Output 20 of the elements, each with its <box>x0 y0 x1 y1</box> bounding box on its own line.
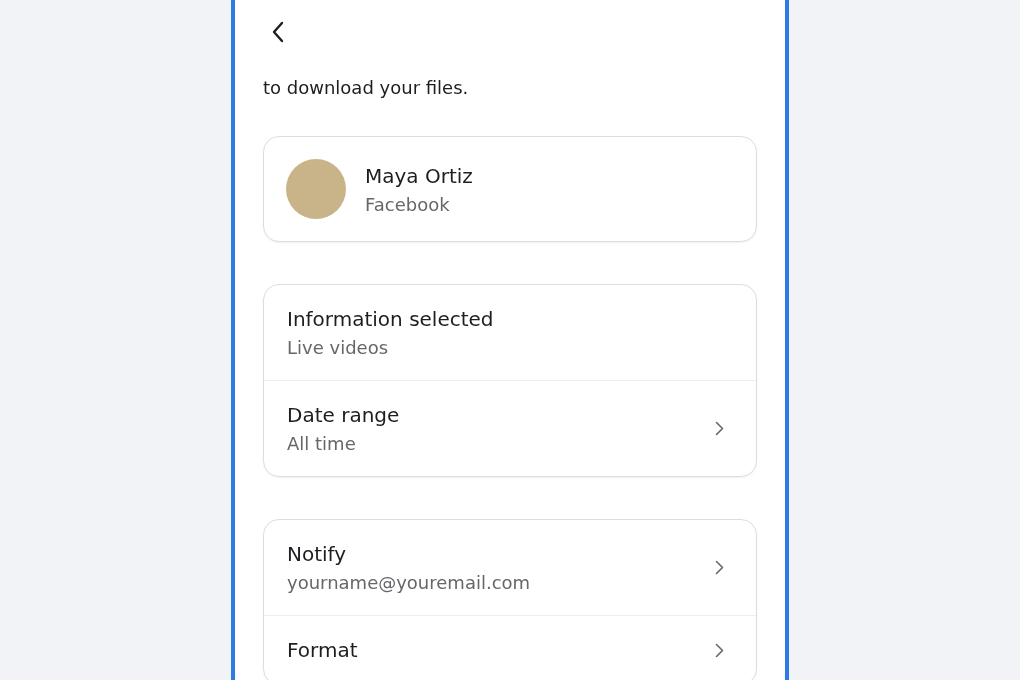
row-title: Date range <box>287 403 400 427</box>
chevron-right-icon[interactable] <box>715 421 724 436</box>
row-title: Information selected <box>287 307 494 331</box>
intro-text: to download your files. <box>263 77 470 98</box>
chevron-right-icon[interactable] <box>715 560 724 575</box>
settings-row[interactable]: Notify yourname@youremail.com <box>264 520 756 615</box>
avatar-placeholder <box>286 159 346 219</box>
settings-row[interactable]: Date range All time <box>264 381 756 476</box>
account-name: Maya Ortiz <box>365 163 473 188</box>
account-platform: Facebook <box>365 193 451 215</box>
account-card[interactable]: Maya Ortiz Facebook <box>263 136 757 242</box>
settings-row[interactable]: Information selected Live videos <box>264 285 756 380</box>
row-title: Format <box>287 638 358 662</box>
back-icon[interactable] <box>271 21 285 43</box>
row-title: Notify <box>287 542 348 566</box>
chevron-right-icon[interactable] <box>715 642 724 658</box>
row-value: Live videos <box>287 337 390 358</box>
row-value: All time <box>287 433 357 454</box>
settings-row[interactable]: Format <box>264 616 756 680</box>
row-value: yourname@youremail.com <box>287 572 531 593</box>
